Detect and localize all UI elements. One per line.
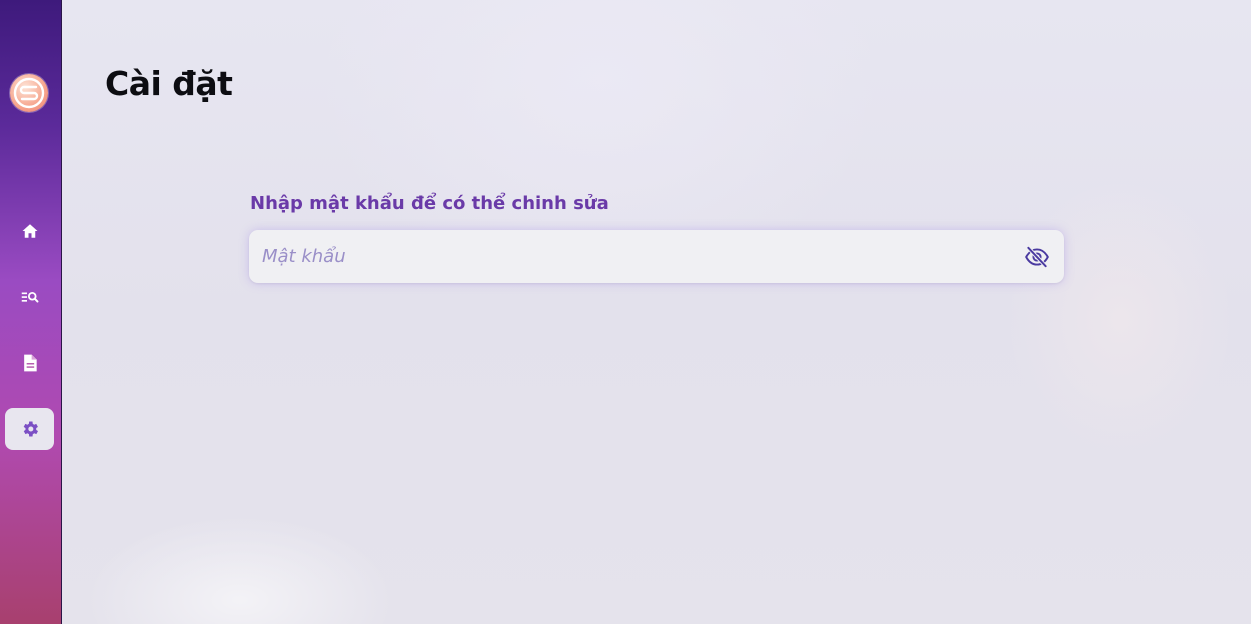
document-icon	[23, 354, 37, 372]
toggle-password-visibility-button[interactable]	[1024, 244, 1050, 270]
sidebar-item-home[interactable]	[5, 210, 54, 252]
password-label: Nhập mật khẩu để có thể chinh sửa	[250, 193, 609, 214]
search-list-icon	[21, 291, 38, 303]
sidebar-item-documents[interactable]	[5, 342, 54, 384]
gear-icon	[23, 421, 38, 437]
password-input[interactable]	[249, 230, 1009, 283]
app-window: Cài đặt Nhập mật khẩu để có thể chinh sử…	[0, 0, 1251, 624]
brand-logo[interactable]	[10, 74, 48, 112]
home-icon	[22, 224, 37, 238]
sidebar-item-search[interactable]	[5, 276, 54, 318]
password-field	[249, 230, 1064, 283]
page-title: Cài đặt	[105, 64, 233, 103]
sidebar	[0, 0, 62, 624]
eye-off-icon	[1025, 246, 1049, 268]
sidebar-item-settings[interactable]	[5, 408, 54, 450]
